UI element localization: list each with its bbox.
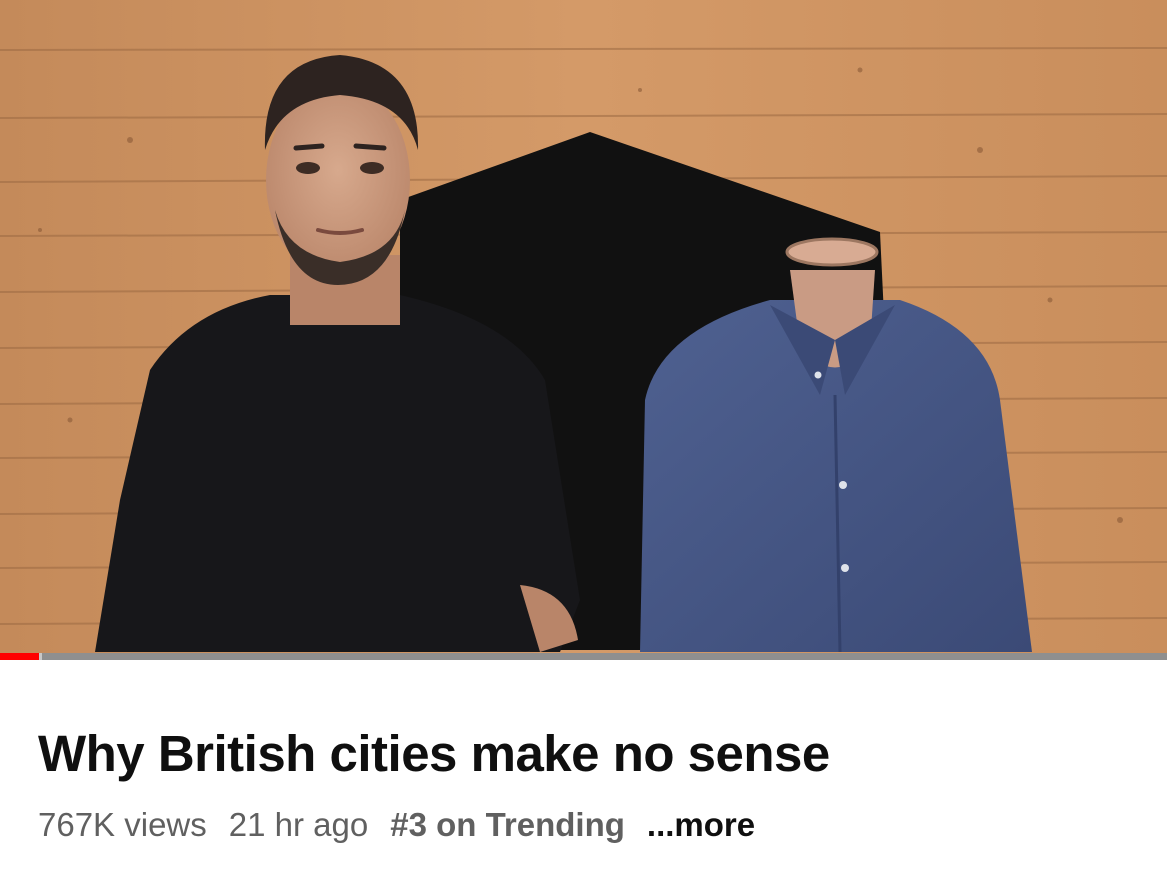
view-count: 767K views bbox=[38, 806, 207, 843]
trending-badge[interactable]: #3 on Trending bbox=[390, 806, 625, 844]
progress-bar[interactable] bbox=[0, 653, 1167, 660]
progress-played bbox=[0, 653, 39, 660]
more-link[interactable]: ...more bbox=[647, 806, 755, 844]
video-title: Why British cities make no sense bbox=[38, 725, 830, 782]
video-player[interactable] bbox=[0, 0, 1167, 660]
upload-age: 21 hr ago bbox=[228, 806, 369, 843]
video-frame bbox=[0, 0, 1167, 660]
video-metadata[interactable]: 767K views 21 hr ago #3 on Trending ...m… bbox=[38, 806, 755, 844]
